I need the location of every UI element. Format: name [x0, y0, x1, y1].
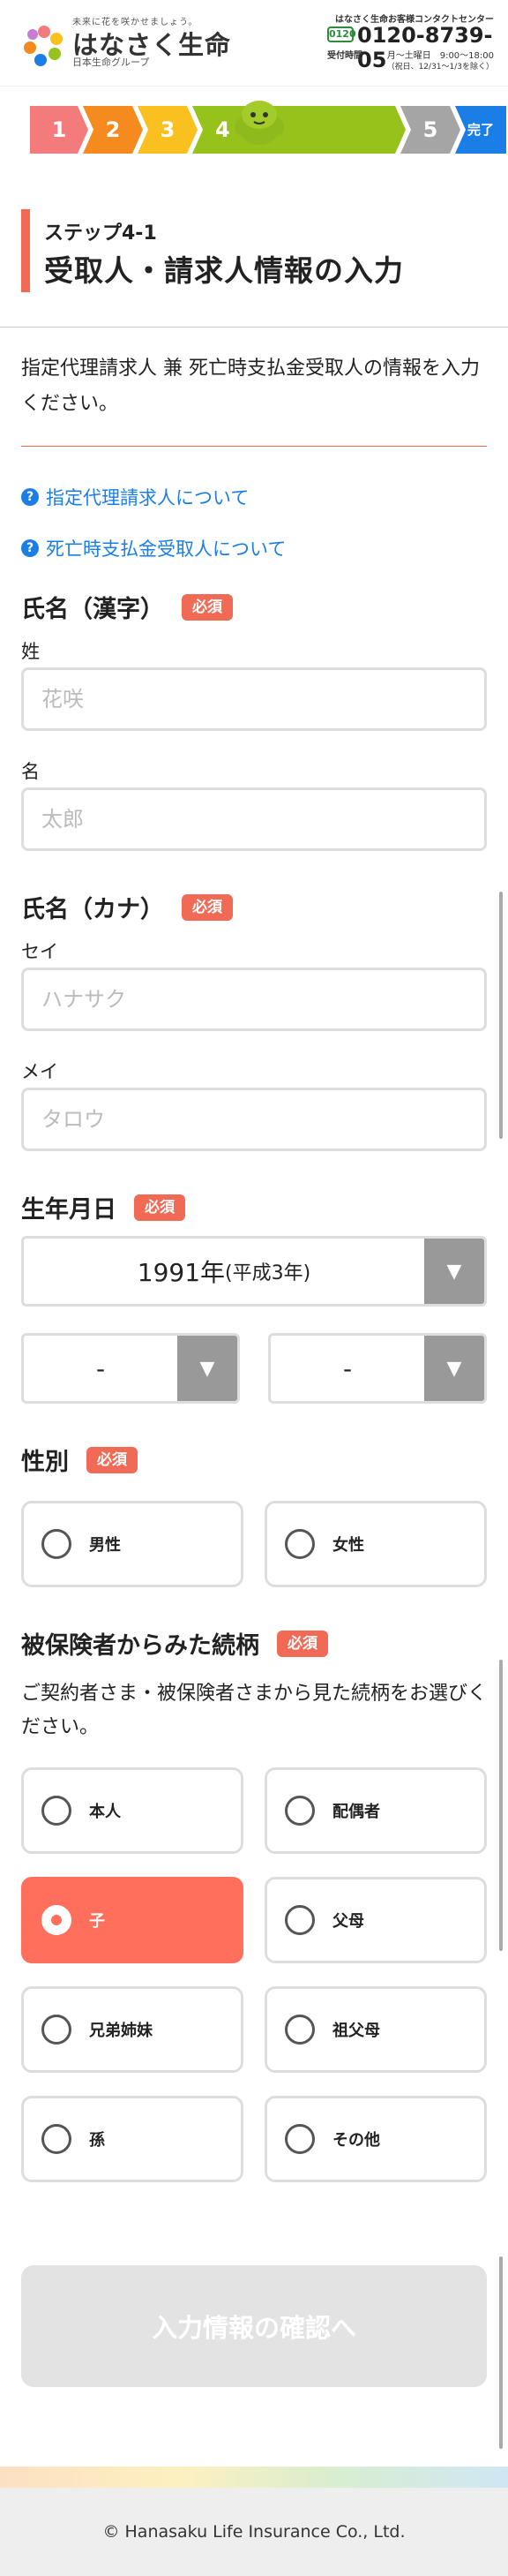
name-kana-label: 氏名（カナ） 必須	[21, 890, 233, 924]
confirm-input-button[interactable]: 入力情報の確認へ	[21, 2265, 487, 2387]
help-link-label: 死亡時支払金受取人について	[46, 539, 287, 560]
gender-label: 性別 必須	[21, 1442, 138, 1477]
radio-circle-icon	[285, 1529, 315, 1559]
relationship-note: ご契約者さま・被保険者さまから見た続柄をお選びください。	[21, 1683, 488, 1738]
radio-circle-icon	[285, 1905, 315, 1935]
relationship-option-other[interactable]: その他	[265, 2096, 487, 2182]
relationship-option-self[interactable]: 本人	[21, 1767, 243, 1854]
dropdown-arrow-icon: ▼	[424, 1336, 484, 1401]
radio-circle-icon	[41, 2124, 71, 2154]
gender-option-male[interactable]: 男性	[21, 1501, 243, 1587]
relationship-option-siblings[interactable]: 兄弟姉妹	[21, 1986, 243, 2073]
radio-label: 祖父母	[332, 2022, 380, 2040]
freedial-icon: 0120	[327, 26, 356, 42]
birth-year-era: (平成3年)	[225, 1262, 311, 1284]
dropdown-arrow-icon: ▼	[424, 1239, 484, 1304]
section-label-text: 被保険者からみた続柄	[21, 1632, 259, 1660]
section-label-text: 生年月日	[21, 1196, 116, 1224]
footer-color-band	[0, 2467, 508, 2488]
birth-day-value: -	[342, 1353, 353, 1383]
given-name-kana-label: メイ	[21, 1061, 58, 1082]
group-name: 日本生命グループ	[72, 56, 150, 68]
surname-kanji-input[interactable]	[21, 667, 487, 731]
scrollbar[interactable]	[499, 1660, 503, 1951]
radio-circle-icon	[285, 1796, 315, 1826]
birth-month-select[interactable]: - ▼	[21, 1333, 240, 1404]
radio-circle-icon	[41, 1529, 71, 1559]
progress-step-4-current: 4	[192, 106, 406, 154]
given-name-kana-input[interactable]	[21, 1088, 487, 1151]
radio-circle-icon	[285, 2124, 315, 2154]
progress-step-2: 2	[83, 106, 143, 154]
hours-label: 受付時間	[327, 51, 362, 61]
surname-kana-input[interactable]	[21, 968, 487, 1031]
progress-step-complete: 完了	[455, 106, 506, 154]
gender-option-female[interactable]: 女性	[265, 1501, 487, 1587]
copyright: © Hanasaku Life Insurance Co., Ltd.	[0, 2488, 508, 2576]
step-label: ステップ4-1	[44, 222, 157, 245]
required-badge: 必須	[277, 1630, 328, 1657]
radio-label: その他	[332, 2131, 380, 2150]
section-label-text: 性別	[21, 1449, 69, 1476]
given-name-kanji-input[interactable]	[21, 787, 487, 851]
page-title: 受取人・請求人情報の入力	[44, 253, 404, 288]
radio-circle-icon	[285, 2015, 315, 2045]
relationship-option-child[interactable]: 子	[21, 1877, 243, 1963]
dropdown-arrow-icon: ▼	[177, 1336, 237, 1401]
birthdate-label: 生年月日 必須	[21, 1190, 185, 1224]
birth-year-value: 1991年 (平成3年)	[137, 1258, 311, 1287]
name-kanji-label: 氏名（漢字） 必須	[21, 590, 233, 624]
surname-kana-label: セイ	[21, 941, 58, 962]
radio-label: 女性	[332, 1536, 364, 1555]
given-name-kanji-label: 名	[21, 761, 40, 782]
relationship-option-spouse[interactable]: 配偶者	[265, 1767, 487, 1854]
radio-label: 子	[89, 1912, 105, 1931]
help-link-label: 指定代理請求人について	[46, 487, 250, 508]
question-circle-icon: ?	[21, 539, 39, 557]
title-accent-bar	[21, 209, 30, 292]
surname-kanji-label: 姓	[21, 641, 40, 662]
required-badge: 必須	[134, 1194, 185, 1221]
flower-logo-icon[interactable]	[21, 23, 67, 69]
holiday-note: （祝日、12/31〜1/3を除く）	[386, 63, 494, 72]
required-badge: 必須	[86, 1446, 138, 1473]
help-link-proxy-claimant[interactable]: ? 指定代理請求人について	[21, 484, 249, 510]
relationship-option-grandparents[interactable]: 祖父母	[265, 1986, 487, 2073]
radio-label: 配偶者	[332, 1803, 380, 1821]
divider	[21, 446, 487, 447]
section-label-text: 氏名（カナ）	[21, 896, 164, 923]
mascot-character-icon	[235, 101, 284, 145]
required-badge: 必須	[182, 893, 233, 921]
relationship-label: 被保険者からみた続柄 必須	[21, 1626, 328, 1661]
question-circle-icon: ?	[21, 488, 39, 506]
relationship-option-parents[interactable]: 父母	[265, 1877, 487, 1963]
radio-label: 兄弟姉妹	[89, 2022, 153, 2040]
help-link-death-benefit-recipient[interactable]: ? 死亡時支払金受取人について	[21, 535, 286, 561]
scrollbar[interactable]	[499, 2256, 503, 2449]
radio-circle-icon	[41, 2015, 71, 2045]
required-badge: 必須	[182, 593, 233, 621]
radio-label: 父母	[332, 1912, 364, 1931]
birth-day-select[interactable]: - ▼	[268, 1333, 487, 1404]
radio-label: 本人	[89, 1803, 121, 1821]
intro-text: 指定代理請求人 兼 死亡時支払金受取人の情報を入力ください。	[21, 358, 480, 415]
section-label-text: 氏名（漢字）	[21, 596, 164, 623]
divider	[0, 327, 508, 328]
scrollbar[interactable]	[499, 892, 503, 1139]
birth-year-select[interactable]: 1991年 (平成3年) ▼	[21, 1236, 487, 1307]
relationship-option-grandchild[interactable]: 孫	[21, 2096, 243, 2182]
radio-circle-icon	[41, 1796, 71, 1826]
radio-label: 孫	[89, 2131, 105, 2150]
business-hours: 月〜土曜日 9:00〜18:00	[386, 51, 494, 61]
progress-step-3: 3	[138, 106, 198, 154]
progress-step-5: 5	[400, 106, 460, 154]
birth-month-value: -	[95, 1353, 106, 1383]
progress-step-1: 1	[30, 106, 88, 154]
radio-checked-icon	[41, 1905, 71, 1935]
radio-label: 男性	[89, 1536, 121, 1555]
